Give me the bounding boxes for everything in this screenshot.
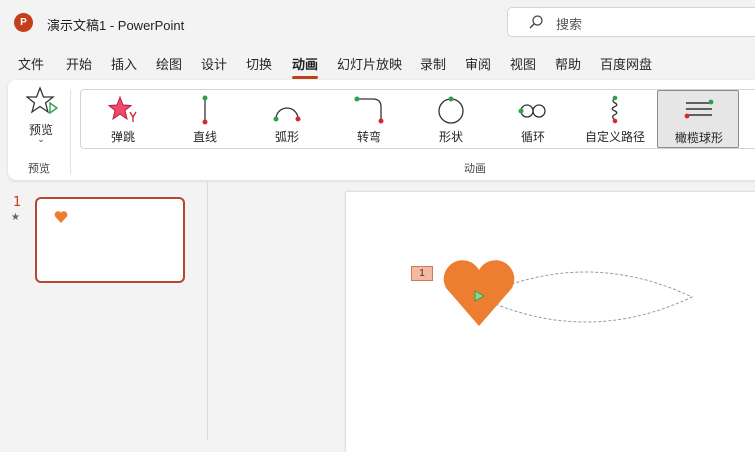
custom-path-icon [611, 95, 618, 124]
animation-order-tag[interactable]: 1 [411, 266, 433, 281]
search-box[interactable]: 搜索 [507, 7, 755, 37]
chevron-down-icon[interactable]: ⌄ [18, 135, 64, 145]
tab-baidu-netdisk[interactable]: 百度网盘 [600, 54, 652, 73]
tab-insert[interactable]: 插入 [111, 54, 137, 73]
tab-draw[interactable]: 绘图 [156, 54, 182, 73]
slide-number: 1 [13, 195, 22, 210]
panel-divider [207, 182, 208, 440]
animation-shape[interactable]: 形状 [411, 90, 491, 148]
animation-turn[interactable]: 转弯 [329, 90, 409, 148]
tab-help[interactable]: 帮助 [555, 54, 581, 73]
turn-path-icon [354, 96, 384, 124]
group-divider [70, 90, 71, 174]
animation-loop[interactable]: 循环 [493, 90, 573, 148]
ribbon-tabs: 文件 开始 插入 绘图 设计 切换 动画 幻灯片放映 录制 审阅 视图 帮助 百… [0, 50, 755, 79]
title-bar: P 演示文稿1 - PowerPoint 搜索 [0, 0, 755, 46]
tab-review[interactable]: 审阅 [465, 54, 491, 73]
powerpoint-logo-icon: P [14, 13, 33, 32]
animation-shape-label: 形状 [438, 130, 463, 144]
search-icon [529, 15, 543, 29]
search-input[interactable]: 搜索 [556, 14, 582, 33]
animation-arc[interactable]: 弧形 [247, 90, 327, 148]
heart-icon [54, 211, 68, 223]
animation-arc-label: 弧形 [274, 130, 299, 144]
line-path-icon [202, 95, 208, 125]
animation-line[interactable]: 直线 [165, 90, 245, 148]
animation-bounce[interactable]: 弹跳 [83, 90, 163, 148]
loop-path-icon [518, 104, 546, 118]
preview-star-icon [26, 86, 58, 115]
tab-file[interactable]: 文件 [18, 54, 44, 73]
animation-football-label: 橄榄球形 [674, 131, 723, 145]
preview-button[interactable]: 预览 ⌄ [18, 84, 64, 152]
bounce-star-icon [107, 95, 137, 122]
animation-custom-path-label: 自定义路径 [584, 130, 645, 144]
animation-custom-path[interactable]: 自定义路径 [575, 90, 655, 148]
animation-loop-label: 循环 [520, 130, 545, 144]
tab-design[interactable]: 设计 [201, 54, 227, 73]
tab-animations[interactable]: 动画 [292, 54, 319, 79]
shape-path-icon [438, 96, 464, 124]
tab-home[interactable]: 开始 [66, 54, 92, 73]
animation-football[interactable]: 橄榄球形 [657, 90, 739, 148]
slide-content [443, 260, 694, 326]
slide-canvas[interactable]: 1 [346, 192, 755, 452]
ribbon-panel: 预览 ⌄ 预览 弹跳 直线 弧形 转弯 形状 循环 自定义路径 橄榄球形 动画 [8, 80, 755, 180]
tab-record[interactable]: 录制 [420, 54, 446, 73]
window-title: 演示文稿1 - PowerPoint [47, 18, 185, 33]
preview-group-label: 预览 [28, 162, 50, 175]
tab-transitions[interactable]: 切换 [246, 54, 272, 73]
animation-turn-label: 转弯 [356, 130, 381, 144]
animation-gallery: 弹跳 直线 弧形 转弯 形状 循环 自定义路径 橄榄球形 [80, 89, 755, 149]
football-path-icon [684, 99, 714, 119]
animation-bounce-label: 弹跳 [110, 130, 135, 144]
slide-thumbnail[interactable] [35, 197, 185, 283]
tab-slideshow[interactable]: 幻灯片放映 [337, 54, 402, 73]
animation-line-label: 直线 [192, 130, 217, 144]
animation-marker-icon: ★ [11, 212, 20, 223]
arc-path-icon [273, 107, 301, 122]
tab-view[interactable]: 视图 [510, 54, 536, 73]
animation-group-label: 动画 [464, 162, 486, 175]
